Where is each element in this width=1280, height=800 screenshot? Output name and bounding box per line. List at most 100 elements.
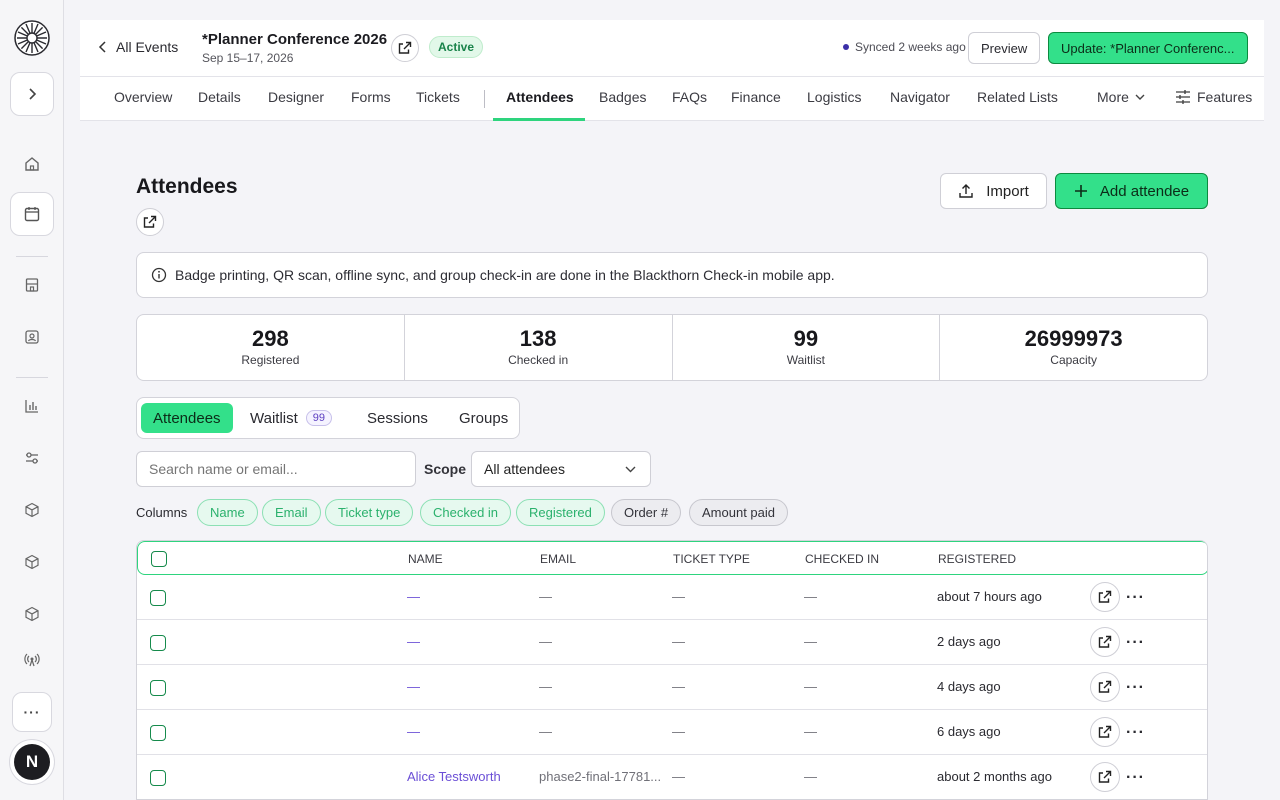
table-header: NAME EMAIL TICKET TYPE CHECKED IN REGIST…: [137, 541, 1207, 575]
cube-icon[interactable]: [22, 604, 42, 624]
column-header-email[interactable]: EMAIL: [540, 552, 576, 566]
attendee-name-link[interactable]: —: [407, 589, 420, 604]
tab-forms[interactable]: Forms: [351, 89, 391, 105]
row-checkbox[interactable]: [150, 590, 166, 606]
tab-designer[interactable]: Designer: [268, 89, 324, 105]
attendee-name-link[interactable]: —: [407, 634, 420, 649]
subtab-waitlist[interactable]: Waitlist 99: [238, 403, 344, 433]
tab-navigator[interactable]: Navigator: [890, 89, 950, 105]
column-chip-email[interactable]: Email: [262, 499, 321, 526]
bar-chart-icon[interactable]: [22, 396, 42, 416]
table-row[interactable]: — — — — 2 days ago ···: [137, 620, 1207, 665]
open-attendees-external-button[interactable]: [136, 208, 164, 236]
open-attendee-button[interactable]: [1090, 762, 1120, 792]
external-link-icon: [1098, 770, 1112, 783]
attendee-name-link[interactable]: —: [407, 679, 420, 694]
expand-sidebar-button[interactable]: [10, 72, 54, 116]
scope-select[interactable]: All attendees: [471, 451, 651, 487]
chevron-down-icon: [625, 466, 636, 473]
stat-label: Registered: [241, 353, 300, 367]
subtab-attendees[interactable]: Attendees: [141, 403, 233, 433]
chevron-left-icon: [98, 41, 106, 53]
row-actions-menu-icon[interactable]: ···: [1126, 634, 1145, 652]
open-attendee-button[interactable]: [1090, 717, 1120, 747]
table-row[interactable]: — — — — about 7 hours ago ···: [137, 575, 1207, 620]
open-attendee-button[interactable]: [1090, 672, 1120, 702]
table-row[interactable]: — — — — 6 days ago ···: [137, 710, 1207, 755]
column-header-registered[interactable]: REGISTERED: [938, 552, 1016, 566]
import-button[interactable]: Import: [940, 173, 1047, 209]
add-attendee-button[interactable]: Add attendee: [1055, 173, 1208, 209]
tab-related-lists[interactable]: Related Lists: [977, 89, 1058, 105]
attendee-email: —: [539, 724, 552, 739]
select-all-checkbox[interactable]: [151, 551, 167, 567]
row-checkbox[interactable]: [150, 725, 166, 741]
external-link-icon: [1098, 635, 1112, 648]
attendee-name-link[interactable]: Alice Testsworth: [407, 769, 501, 784]
attendee-checked-in: —: [804, 634, 817, 649]
search-input[interactable]: [136, 451, 416, 487]
preview-button[interactable]: Preview: [968, 32, 1041, 64]
row-actions-menu-icon[interactable]: ···: [1126, 679, 1145, 697]
subtab-groups[interactable]: Groups: [447, 403, 520, 433]
row-checkbox[interactable]: [150, 635, 166, 651]
more-apps-button[interactable]: ···: [12, 692, 52, 732]
row-checkbox[interactable]: [150, 770, 166, 786]
sync-status-text: Synced 2 weeks ago: [855, 40, 966, 54]
tab-logistics[interactable]: Logistics: [807, 89, 861, 105]
tab-faqs[interactable]: FAQs: [672, 89, 707, 105]
tab-details[interactable]: Details: [198, 89, 241, 105]
column-chip-ticket-type[interactable]: Ticket type: [325, 499, 414, 526]
table-row[interactable]: Alice Testsworth phase2-final-17781... —…: [137, 755, 1207, 799]
home-icon[interactable]: [22, 154, 42, 174]
avatar[interactable]: N: [14, 744, 50, 780]
subtab-sessions[interactable]: Sessions: [355, 403, 440, 433]
app-logo-icon[interactable]: [14, 20, 50, 56]
sliders-icon: [1176, 90, 1190, 104]
features-button[interactable]: Features: [1175, 89, 1252, 105]
open-attendee-button[interactable]: [1090, 582, 1120, 612]
stat-value: 99: [793, 326, 819, 351]
column-chip-registered[interactable]: Registered: [516, 499, 605, 526]
sliders-icon[interactable]: [22, 448, 42, 468]
tab-attendees[interactable]: Attendees: [506, 89, 574, 105]
column-chip-amount-paid[interactable]: Amount paid: [689, 499, 788, 526]
attendee-ticket-type: —: [672, 634, 685, 649]
tab-tickets[interactable]: Tickets: [416, 89, 460, 105]
external-link-icon: [398, 41, 412, 54]
broadcast-icon[interactable]: [22, 650, 42, 670]
open-attendee-button[interactable]: [1090, 627, 1120, 657]
row-actions-menu-icon[interactable]: ···: [1126, 769, 1145, 787]
column-header-ticket-type[interactable]: TICKET TYPE: [673, 552, 750, 566]
more-tabs-dropdown[interactable]: More: [1097, 89, 1145, 105]
info-banner: Badge printing, QR scan, offline sync, a…: [136, 252, 1208, 298]
events-nav-button[interactable]: [10, 192, 54, 236]
column-header-name[interactable]: NAME: [408, 552, 443, 566]
rail-divider: [16, 377, 48, 378]
stat-registered: 298 Registered: [137, 315, 405, 380]
tab-badges[interactable]: Badges: [599, 89, 646, 105]
open-event-external-button[interactable]: [391, 34, 419, 62]
waitlist-label: Waitlist: [250, 409, 298, 427]
attendee-name-link[interactable]: —: [407, 724, 420, 739]
row-checkbox[interactable]: [150, 680, 166, 696]
column-header-checked-in[interactable]: CHECKED IN: [805, 552, 879, 566]
tab-divider: [484, 90, 485, 108]
cube-icon[interactable]: [22, 552, 42, 572]
attendee-ticket-type: —: [672, 589, 685, 604]
tab-finance[interactable]: Finance: [731, 89, 781, 105]
row-actions-menu-icon[interactable]: ···: [1126, 589, 1145, 607]
cube-icon[interactable]: [22, 500, 42, 520]
back-to-all-events-link[interactable]: All Events: [98, 39, 178, 55]
column-chip-checked-in[interactable]: Checked in: [420, 499, 512, 526]
update-event-button[interactable]: Update: *Planner Conferenc...: [1048, 32, 1248, 64]
row-actions-menu-icon[interactable]: ···: [1126, 724, 1145, 742]
tab-overview[interactable]: Overview: [114, 89, 172, 105]
building-icon[interactable]: [22, 275, 42, 295]
active-tab-indicator: [493, 118, 585, 121]
column-chip-order-number[interactable]: Order #: [611, 499, 682, 526]
calendar-icon: [24, 207, 40, 222]
table-row[interactable]: — — — — 4 days ago ···: [137, 665, 1207, 710]
contact-card-icon[interactable]: [22, 327, 42, 347]
column-chip-name[interactable]: Name: [197, 499, 258, 526]
